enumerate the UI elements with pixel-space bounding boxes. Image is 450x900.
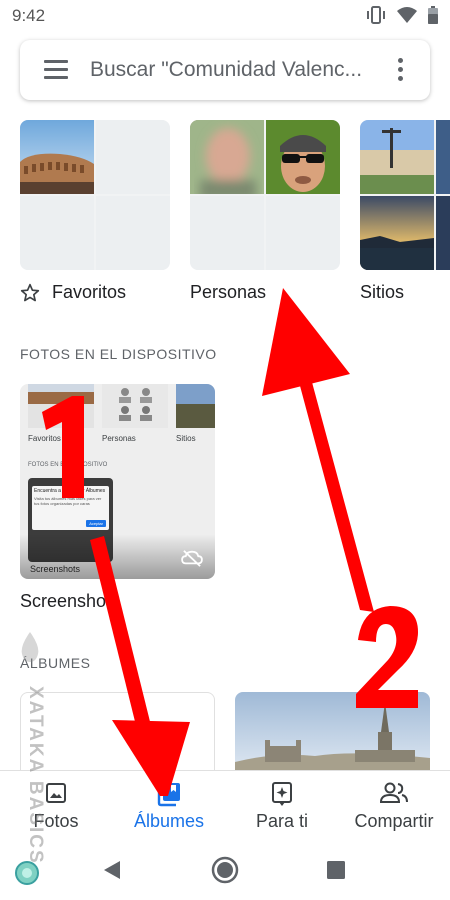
colosseum-photo [20, 120, 94, 194]
device-folder-screenshots-thumbnail[interactable]: Favoritos Personas Sitios FOTOS EN EL DI… [20, 384, 215, 579]
nav-compartir[interactable]: Compartir [342, 771, 446, 841]
status-bar: 9:42 [0, 0, 450, 32]
album-card-toledo[interactable] [235, 692, 430, 772]
river-sunset-photo [360, 196, 434, 270]
nav-para-ti[interactable]: Para ti [240, 771, 324, 841]
vibrate-icon [367, 6, 385, 24]
album-favoritos-thumbnail[interactable] [20, 120, 170, 270]
xataka-logo-icon [21, 632, 39, 662]
recents-icon[interactable] [327, 861, 345, 879]
album-personas-thumbnail[interactable] [190, 120, 340, 270]
section-header-device: FOTOS EN EL DISPOSITIVO [20, 346, 217, 362]
star-outline-icon [20, 283, 40, 301]
watermark-text: XATAKA BASICS [25, 686, 46, 865]
search-input[interactable]: Buscar "Comunidad Valenc... [90, 58, 362, 82]
sparkle-icon [272, 782, 292, 806]
person-blurred-photo [190, 120, 264, 200]
plaza-photo [360, 120, 434, 194]
people-icon [379, 782, 408, 803]
nav-compartir-label: Compartir [354, 811, 434, 831]
album-card-new[interactable] [20, 692, 215, 772]
system-navigation [0, 840, 450, 900]
album-personas-label[interactable]: Personas [190, 282, 266, 303]
photo-icon [46, 783, 66, 803]
more-vert-icon[interactable] [398, 58, 404, 82]
search-bar[interactable]: Buscar "Comunidad Valenc... [20, 40, 430, 100]
home-icon[interactable] [211, 856, 239, 884]
battery-icon [428, 6, 438, 24]
album-favoritos-text: Favoritos [52, 282, 127, 302]
person-sunglasses-photo [266, 120, 340, 194]
wifi-icon [397, 7, 417, 23]
album-sitios-label[interactable]: Sitios [360, 282, 404, 303]
status-icons [366, 6, 438, 24]
nav-albumes-label: Álbumes [133, 811, 205, 831]
back-icon[interactable] [102, 860, 122, 880]
hamburger-menu-icon[interactable] [44, 60, 68, 80]
status-time: 9:42 [12, 6, 46, 25]
bottom-navigation: Fotos Álbumes Para ti Compartir [0, 770, 450, 840]
cloud-off-icon [181, 550, 203, 567]
nav-para-ti-label: Para ti [255, 811, 309, 831]
albums-icon [157, 783, 180, 807]
album-sitios-thumbnail[interactable] [360, 120, 450, 270]
album-favoritos-label[interactable]: Favoritos [20, 282, 126, 303]
annotation-arrow-2 [262, 288, 374, 612]
nav-albumes[interactable]: Álbumes [120, 771, 218, 841]
device-folder-screenshots-label[interactable]: Screenshots [20, 591, 120, 612]
